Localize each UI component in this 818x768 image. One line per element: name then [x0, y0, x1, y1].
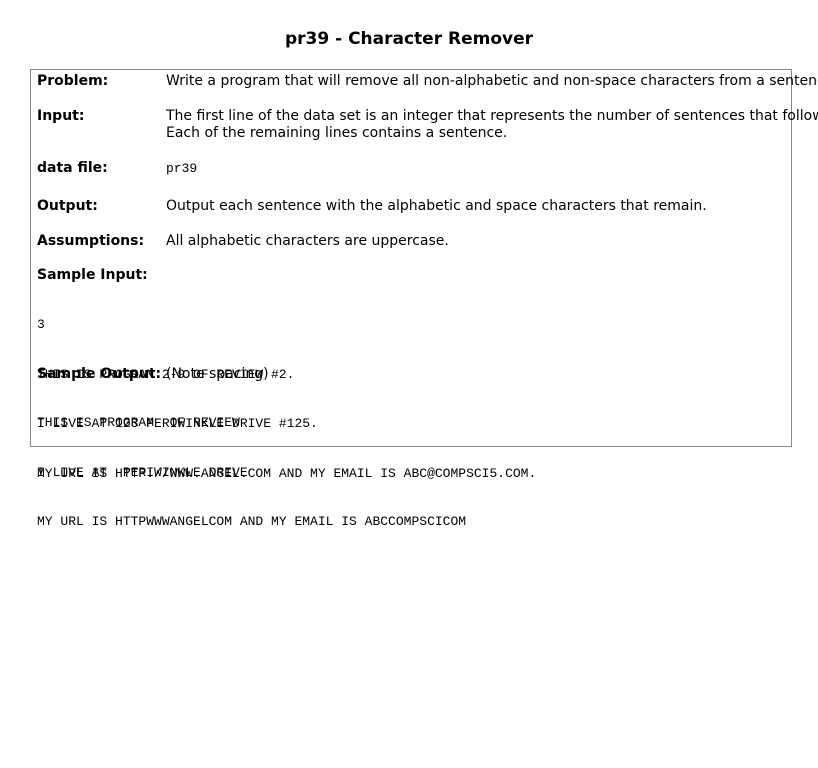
- assumptions-label: Assumptions:: [37, 233, 145, 249]
- input-text-line-1: The first line of the data set is an int…: [166, 108, 818, 124]
- sample-output-block: THIS IS PROGRAM OF REVIEW I LIVE AT PERI…: [37, 382, 466, 564]
- sample-output-line: THIS IS PROGRAM OF REVIEW: [37, 415, 240, 430]
- output-text: Output each sentence with the alphabetic…: [166, 198, 707, 214]
- output-label: Output:: [37, 198, 98, 214]
- problem-label: Problem:: [37, 73, 109, 89]
- sample-output-note: (Note spacing): [166, 366, 269, 382]
- input-label: Input:: [37, 108, 85, 124]
- problem-text: Write a program that will remove all non…: [166, 73, 818, 89]
- sample-output-line: I LIVE AT PERIWINKLE DRIVE: [37, 464, 248, 480]
- assumptions-text: All alphabetic characters are uppercase.: [166, 233, 449, 249]
- sample-output-line: MY URL IS HTTPWWWANGELCOM AND MY EMAIL I…: [37, 514, 467, 529]
- datafile-name: pr39: [166, 161, 198, 176]
- input-text-line-2: Each of the remaining lines contains a s…: [166, 125, 508, 141]
- sample-input-line: 3: [37, 317, 45, 332]
- datafile-label: data file:: [37, 160, 108, 176]
- sample-output-label: Sample Output:: [37, 366, 162, 382]
- problem-box: Problem: Write a program that will remov…: [30, 69, 818, 529]
- page-title: pr39 - Character Remover: [284, 29, 534, 49]
- sample-input-label: Sample Input:: [37, 267, 148, 283]
